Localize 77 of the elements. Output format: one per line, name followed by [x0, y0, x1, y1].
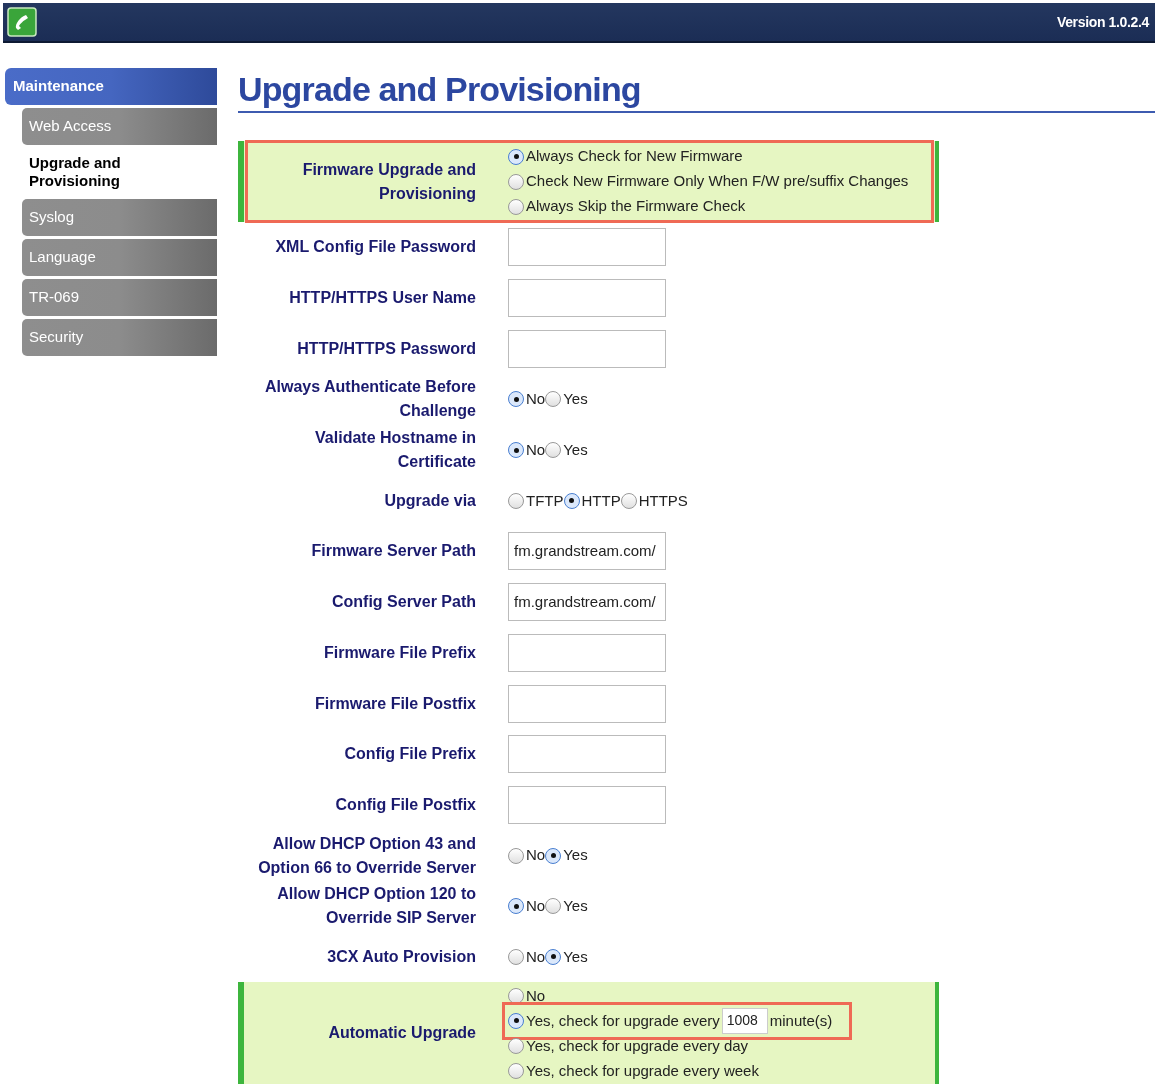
radio-label: No	[526, 946, 546, 967]
radio-label: No	[526, 896, 546, 917]
interval-field[interactable]: 1008	[721, 1007, 768, 1034]
radio-label: Yes	[563, 896, 588, 917]
sidebar-item[interactable]: Upgrade and Provisioning	[22, 148, 217, 196]
sidebar-item[interactable]: Language	[22, 239, 217, 276]
input-field[interactable]	[508, 279, 666, 318]
field-label: Config Server Path	[331, 593, 476, 611]
radio-label: Yes	[563, 845, 588, 866]
field-label: Allow DHCP Option 43 and Option 66 to Override Server	[258, 834, 476, 876]
radio-button[interactable]	[508, 948, 524, 965]
field-label: Allow DHCP Option 120 to Override SIP Server	[277, 885, 476, 927]
field-label: Firmware Upgrade and Provisioning	[302, 160, 476, 202]
radio-label: Yes	[563, 946, 588, 967]
field-label: XML Config File Password	[275, 238, 476, 256]
radio-label: Yes, check for upgrade every day	[526, 1035, 749, 1056]
radio-button[interactable]	[620, 492, 637, 509]
field-label: Config File Postfix	[335, 795, 476, 813]
unit-label: minute(s)	[769, 1010, 833, 1031]
field-label: Validate Hostname in Certificate	[315, 429, 476, 471]
field-label: Firmware Server Path	[311, 542, 476, 560]
radio-label: HTTP	[581, 490, 621, 511]
field-label: Config File Prefix	[344, 745, 476, 763]
radio-button[interactable]	[508, 391, 524, 408]
radio-button[interactable]	[508, 1012, 524, 1029]
field-label: HTTP/HTTPS Password	[297, 339, 476, 357]
field-label: Upgrade via	[384, 491, 476, 509]
field-label: Firmware File Prefix	[323, 643, 476, 661]
radio-button[interactable]	[545, 898, 562, 915]
radio-button[interactable]	[508, 898, 524, 915]
input-field[interactable]	[508, 735, 666, 774]
radio-button[interactable]	[508, 492, 524, 509]
input-field[interactable]	[508, 329, 666, 368]
radio-button[interactable]	[508, 442, 524, 459]
sidebar-section[interactable]: Maintenance	[5, 68, 217, 105]
radio-button[interactable]	[508, 173, 524, 190]
sidebar-item[interactable]: Web Access	[22, 108, 217, 145]
field-label: Firmware File Postfix	[315, 694, 476, 712]
sidebar-item[interactable]: Security	[22, 319, 217, 356]
radio-button[interactable]	[508, 148, 524, 165]
page-title: Upgrade and Provisioning	[238, 69, 642, 110]
input-field[interactable]: fm.grandstream.com/	[508, 583, 666, 622]
radio-button[interactable]	[545, 391, 562, 408]
sidebar-item[interactable]: TR-069	[22, 279, 217, 316]
radio-label: No	[526, 845, 546, 866]
input-field[interactable]	[508, 633, 666, 672]
radio-button[interactable]	[508, 987, 524, 1004]
radio-label: No	[526, 439, 546, 460]
radio-button[interactable]	[508, 1062, 524, 1079]
phone-logo-icon	[7, 7, 37, 37]
radio-label: No	[526, 389, 546, 410]
radio-label: Check New Firmware Only When F/W pre/suffix Changes	[526, 171, 909, 192]
radio-label: Always Skip the Firmware Check	[526, 196, 746, 217]
input-field[interactable]	[508, 684, 666, 723]
radio-button[interactable]	[545, 442, 562, 459]
version-text: Version 1.0.2.4	[1056, 12, 1151, 32]
radio-label: HTTPS	[638, 490, 688, 511]
radio-label: Always Check for New Firmware	[526, 146, 743, 167]
radio-button[interactable]	[508, 847, 524, 864]
radio-button[interactable]	[545, 847, 562, 864]
radio-button[interactable]	[545, 948, 562, 965]
radio-button[interactable]	[508, 198, 524, 215]
input-field[interactable]: fm.grandstream.com/	[508, 532, 666, 571]
input-field[interactable]	[508, 785, 666, 824]
input-field[interactable]	[508, 228, 666, 267]
radio-label: Yes, check for upgrade every	[526, 1010, 720, 1031]
radio-label: Yes, check for upgrade every week	[526, 1060, 759, 1081]
field-label: 3CX Auto Provision	[327, 947, 476, 965]
field-label: Always Authenticate Before Challenge	[265, 378, 476, 420]
field-label: Automatic Upgrade	[328, 1024, 476, 1042]
radio-label: TFTP	[526, 490, 564, 511]
sidebar-item[interactable]: Syslog	[22, 199, 217, 236]
radio-label: Yes	[563, 439, 588, 460]
field-label: HTTP/HTTPS User Name	[289, 289, 476, 307]
radio-label: No	[526, 985, 546, 1006]
radio-button[interactable]	[563, 492, 580, 509]
radio-label: Yes	[563, 389, 588, 410]
